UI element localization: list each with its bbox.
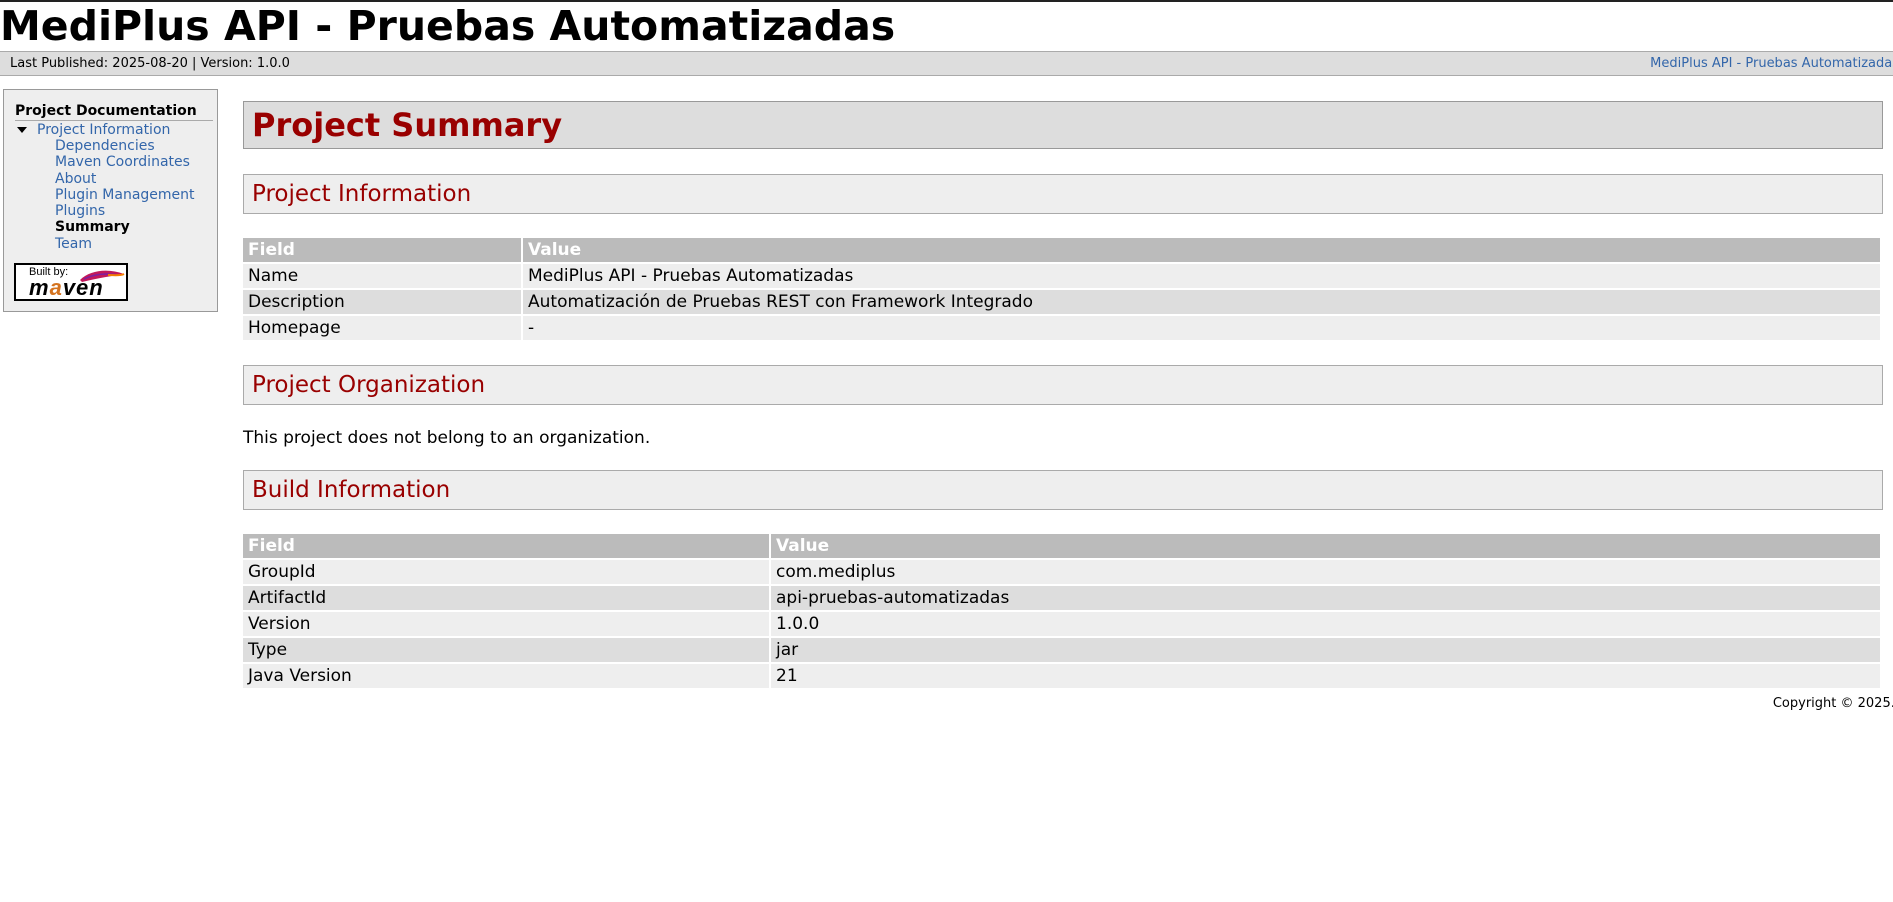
breadcrumb-bar: Last Published: 2025-08-20 | Version: 1.… [0, 51, 1893, 76]
nav-heading: Project Documentation [15, 103, 213, 121]
maven-logo-letters: a [49, 275, 63, 300]
left-sidebar: Project Documentation Project Informatio… [3, 89, 218, 312]
nav-column: Project Documentation Project Informatio… [15, 103, 215, 252]
nav-group-project-information[interactable]: Project Information [15, 122, 215, 138]
table-cell-field: Type [243, 638, 771, 662]
table-cell-field: Version [243, 612, 771, 636]
table-header-field: Field [243, 238, 523, 262]
table-row: Version 1.0.0 [243, 612, 1880, 636]
footer-copyright: Copyright © 2025.. [1772, 696, 1893, 711]
nav-item-plugin-management[interactable]: Plugin Management [55, 187, 215, 203]
page-title: Project Summary [243, 101, 1883, 149]
maven-logo-letters: ven [62, 275, 104, 300]
nav-link-plugin-management[interactable]: Plugin Management [55, 187, 195, 203]
table-cell-field: GroupId [243, 560, 771, 584]
table-header-row: Field Value [243, 238, 1880, 262]
table-row: Type jar [243, 638, 1880, 662]
table-header-field: Field [243, 534, 771, 558]
publish-info: Last Published: 2025-08-20 | Version: 1.… [10, 56, 290, 71]
table-cell-value: com.mediplus [771, 560, 1880, 584]
table-header-value: Value [523, 238, 1880, 262]
nav-item-dependencies[interactable]: Dependencies [55, 138, 215, 154]
table-cell-value: 21 [771, 664, 1880, 688]
nav-item-plugins[interactable]: Plugins [55, 203, 215, 219]
table-row: Name MediPlus API - Pruebas Automatizada… [243, 264, 1880, 288]
nav-current-summary: Summary [55, 219, 130, 236]
table-cell-value: Automatización de Pruebas REST con Frame… [523, 290, 1880, 314]
table-row: Homepage - [243, 316, 1880, 340]
table-header-row: Field Value [243, 534, 1880, 558]
table-cell-field: Homepage [243, 316, 523, 340]
nav-link-plugins[interactable]: Plugins [55, 203, 105, 219]
site-title: MediPlus API - Pruebas Automatizadas [0, 2, 896, 50]
nav-item-team[interactable]: Team [55, 236, 215, 252]
table-row: GroupId com.mediplus [243, 560, 1880, 584]
table-cell-field: ArtifactId [243, 586, 771, 610]
table-row: Java Version 21 [243, 664, 1880, 688]
nav-item-summary: Summary [55, 219, 215, 235]
project-information-heading: Project Information [243, 174, 1883, 214]
table-cell-field: Java Version [243, 664, 771, 688]
nav-item-about[interactable]: About [55, 171, 215, 187]
banner: MediPlus API - Pruebas Automatizadas [0, 2, 1893, 51]
nav-list: Dependencies Maven Coordinates About Plu… [15, 138, 215, 252]
table-cell-value: 1.0.0 [771, 612, 1880, 636]
nav-link-about[interactable]: About [55, 171, 96, 187]
table-cell-field: Description [243, 290, 523, 314]
project-organization-heading: Project Organization [243, 365, 1883, 405]
nav-link-maven-coordinates[interactable]: Maven Coordinates [55, 154, 190, 170]
table-cell-field: Name [243, 264, 523, 288]
project-information-table: Field Value Name MediPlus API - Pruebas … [243, 236, 1880, 342]
maven-logo-letters: m [29, 275, 50, 300]
project-link[interactable]: MediPlus API - Pruebas Automatizadas [1650, 52, 1893, 75]
nav-link-project-information[interactable]: Project Information [37, 122, 170, 138]
table-cell-value: - [523, 316, 1880, 340]
nav-item-maven-coordinates[interactable]: Maven Coordinates [55, 154, 215, 170]
table-row: Description Automatización de Pruebas RE… [243, 290, 1880, 314]
nav-link-team[interactable]: Team [55, 236, 92, 252]
expanded-triangle-icon[interactable] [17, 127, 27, 133]
table-header-value: Value [771, 534, 1880, 558]
table-cell-value: MediPlus API - Pruebas Automatizadas [523, 264, 1880, 288]
organization-text: This project does not belong to an organ… [243, 428, 651, 448]
nav-link-dependencies[interactable]: Dependencies [55, 138, 155, 154]
table-cell-value: jar [771, 638, 1880, 662]
maven-logo-text: maven [29, 276, 104, 300]
build-information-heading: Build Information [243, 470, 1883, 510]
built-by-maven-badge[interactable]: Built by: maven [14, 263, 128, 301]
table-row: ArtifactId api-pruebas-automatizadas [243, 586, 1880, 610]
table-cell-value: api-pruebas-automatizadas [771, 586, 1880, 610]
build-information-table: Field Value GroupId com.mediplus Artifac… [243, 532, 1880, 690]
